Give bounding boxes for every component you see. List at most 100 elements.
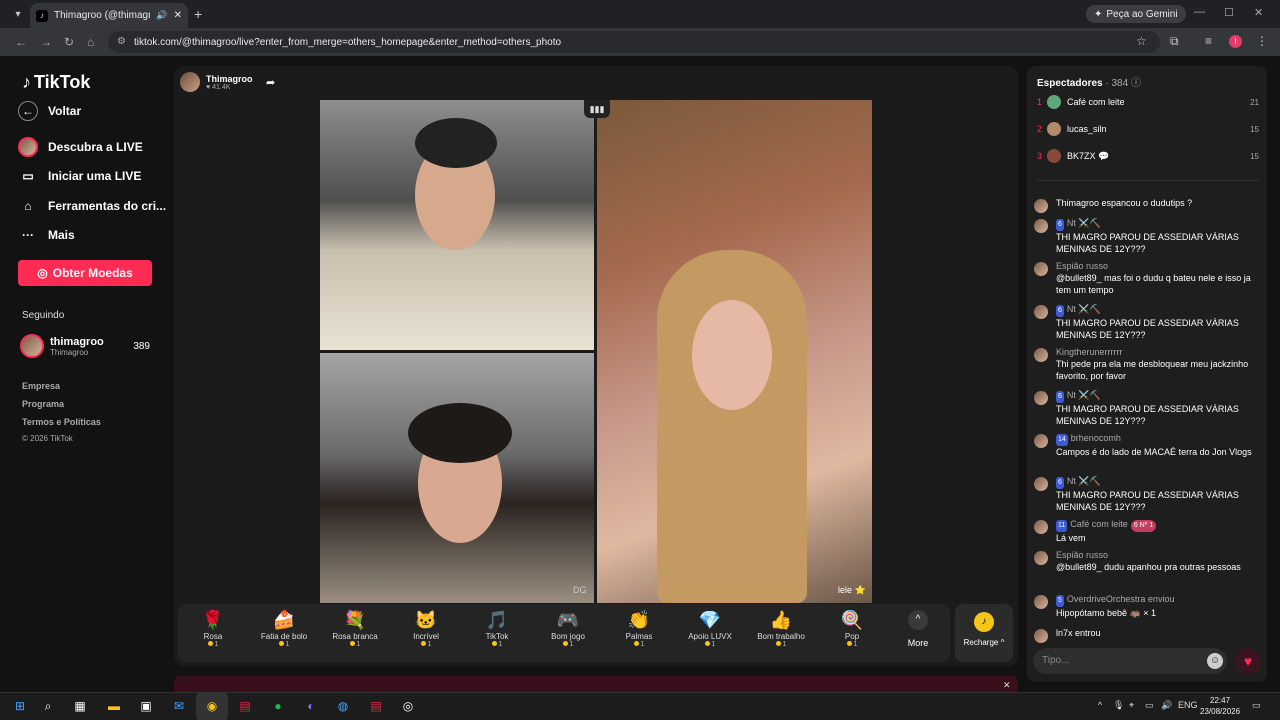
gift-item[interactable]: 🎮 Bom jogo 1 [533,610,603,648]
chat-message[interactable]: 11 Café com leite 6 Nº 1 Lá vem [1034,518,1262,544]
gift-item[interactable]: 🐱 Incrível 1 [391,610,461,648]
get-coins-button[interactable]: ◎ Obter Moedas [18,260,152,286]
browser-tab[interactable]: ♪ Thimagroo (@thimagroo) está 🔊 ✕ [30,3,188,28]
chat-message[interactable]: 6 Nt ⚔️⛏️ THI MAGRO PAROU DE ASSEDIAR VÁRI… [1034,389,1262,427]
heart-like-icon[interactable]: ♥ [1235,648,1261,674]
chat-message[interactable]: 5 OverdriveOrchestra enviou Hipopótamo beb… [1034,593,1262,619]
back-arrow-icon[interactable]: ← [15,35,27,49]
volume-icon[interactable]: 🔊 [1161,700,1172,711]
chat-message[interactable]: 6 Nt ⚔️⛏️ THI MAGRO PAROU DE ASSEDIAR VÁRI… [1034,303,1262,341]
chat-username[interactable]: Espião russo [1056,261,1108,271]
close-icon[interactable]: ✕ [1003,680,1011,691]
task-view-icon[interactable]: ▦ [72,698,88,714]
home-icon[interactable]: ⌂ [87,35,94,49]
profile-avatar[interactable]: I [1229,35,1242,48]
steam-icon[interactable]: ◍ [335,698,351,714]
video-feed-guest[interactable] [320,353,594,603]
location-icon[interactable]: ⌖ [1129,700,1134,711]
following-item[interactable]: thimagroo Thimagroo 389 [20,334,150,358]
bookmark-star-icon[interactable]: ☆ [1136,34,1147,48]
chat-username[interactable]: OverdriveOrchestra enviou [1067,594,1175,604]
clock[interactable]: 22:47 23/08/2026 [1200,695,1240,717]
video-feed-host[interactable] [320,100,594,350]
file-explorer-icon[interactable]: ▬ [106,698,122,714]
chrome-icon[interactable]: ◉ [204,698,220,714]
top-viewer-row[interactable]: 3 BK7ZX 💬 15 [1037,147,1259,165]
url-field[interactable]: ⚙ tiktok.com/@thimagroo/live?enter_from_… [108,31,1160,53]
new-tab-button[interactable]: + [194,6,202,22]
reload-icon[interactable]: ↻ [64,35,74,49]
share-icon[interactable]: ➦ [266,76,275,89]
gift-item[interactable]: 🍰 Fatia de bolo 1 [249,610,319,648]
notifications-icon[interactable]: ▭ [1252,700,1261,711]
gift-item[interactable]: 🍭 Pop 1 [817,610,887,648]
app-icon[interactable]: ▤ [368,698,384,714]
more-gifts-button[interactable]: ^ More [898,610,938,648]
footer-link[interactable]: Termos e Políticas [22,417,101,427]
chat-username[interactable]: Espião russo [1056,550,1108,560]
gift-item[interactable]: 💎 Apoio LUVX 1 [675,610,745,648]
forward-arrow-icon[interactable]: → [40,35,52,49]
recharge-button[interactable]: ♪ Recharge ^ [955,604,1013,662]
video-feed-cohost[interactable] [597,100,872,603]
footer-link[interactable]: Programa [22,399,64,409]
info-icon[interactable]: ⓘ [1131,78,1141,89]
chat-message[interactable]: 6 Nt ⚔️⛏️ THI MAGRO PAROU DE ASSEDIAR VÁRI… [1034,217,1262,255]
chat-username[interactable]: Nt ⚔️⛏️ [1067,304,1101,314]
close-tab-icon[interactable]: ✕ [174,10,182,21]
language-indicator[interactable]: ENG [1178,700,1198,710]
app-icon[interactable]: ▤ [237,698,253,714]
gift-item[interactable]: 👏 Palmas 1 [604,610,674,648]
host-card[interactable]: Thimagroo ♥ 41.4K [180,72,253,92]
gift-item[interactable]: 🎵 TikTok 1 [462,610,532,648]
chat-message[interactable]: 6 Nt ⚔️⛏️ THI MAGRO PAROU DE ASSEDIAR VÁRI… [1034,475,1262,513]
gift-item[interactable]: 💐 Rosa branca 1 [320,610,390,648]
top-viewer-row[interactable]: 2 lucas_siln 15 [1037,120,1259,138]
top-viewer-row[interactable]: 1 Café com leite 21 [1037,93,1259,111]
chat-username[interactable]: brhenocomh [1071,433,1121,443]
gift-item[interactable]: 🌹 Rosa 1 [178,610,248,648]
minimize-icon[interactable]: — [1194,6,1205,18]
chat-message[interactable]: Kingtherunerrrrrr Thi pede pra ela me des… [1034,346,1262,382]
back-button[interactable]: ← Voltar [18,101,81,121]
gift-item[interactable]: 👍 Bom trabalho 1 [746,610,816,648]
store-icon[interactable]: ▣ [138,698,154,714]
chat-message[interactable]: Espião russo @bullet89_ dudu apanhou pra … [1034,549,1262,573]
close-window-icon[interactable]: ✕ [1254,6,1263,19]
chat-message[interactable]: Thimagroo espancou o dudutips ? [1034,197,1262,213]
chat-message[interactable]: ln7x entrou [1034,627,1262,643]
site-info-icon[interactable]: ⚙ [117,36,126,47]
tiktok-logo[interactable]: ♪ TikTok [22,72,90,93]
network-icon[interactable]: ▭ [1145,700,1154,711]
chat-username[interactable]: Nt ⚔️⛏️ [1067,390,1101,400]
emoji-icon[interactable]: ☺ [1207,653,1223,669]
chat-username[interactable]: Café com leite [1070,519,1128,529]
app-icon[interactable]: ◎ [400,698,416,714]
outlook-icon[interactable]: ✉ [171,698,187,714]
chat-username[interactable]: Nt ⚔️⛏️ [1067,476,1101,486]
nav-start-live[interactable]: ▭ Iniciar uma LIVE [18,166,141,186]
chat-message[interactable]: 14 brhenocomh Campos é do lado de MACAÉ te… [1034,432,1262,458]
nav-creator-tools[interactable]: ⌂ Ferramentas do cri... [18,196,166,216]
footer-link[interactable]: Empresa [22,381,60,391]
maximize-icon[interactable]: ☐ [1224,6,1234,19]
level-badge: 6 [1056,305,1064,317]
tab-search-chevron-icon[interactable]: ▾ [8,4,28,24]
spotify-icon[interactable]: ● [270,698,286,714]
discord-icon[interactable]: ◐ [303,698,319,714]
browser-menu-icon[interactable]: ⋮ [1256,34,1268,48]
microphone-icon[interactable]: 🎙 [1113,700,1124,711]
gemini-button[interactable]: ✦ Peça ao Gemini [1086,5,1186,23]
nav-live-discover[interactable]: Descubra a LIVE [18,137,143,157]
search-icon[interactable]: ⌕ [40,698,56,714]
extensions-icon[interactable]: ⧉ [1170,34,1179,49]
chat-username[interactable]: Kingtherunerrrrrr [1056,347,1123,357]
chat-input[interactable]: Tipo... [1033,648,1227,674]
chat-username[interactable]: Nt ⚔️⛏️ [1067,218,1101,228]
media-control-icon[interactable]: ≡ [1205,34,1212,48]
chat-message[interactable]: Espião russo @bullet89_ mas foi o dudu q … [1034,260,1262,296]
tray-chevron-icon[interactable]: ^ [1098,700,1102,710]
windows-start-icon[interactable]: ⊞ [12,698,28,714]
nav-more[interactable]: ··· Mais [18,225,75,245]
speaker-icon[interactable]: 🔊 [156,10,167,21]
